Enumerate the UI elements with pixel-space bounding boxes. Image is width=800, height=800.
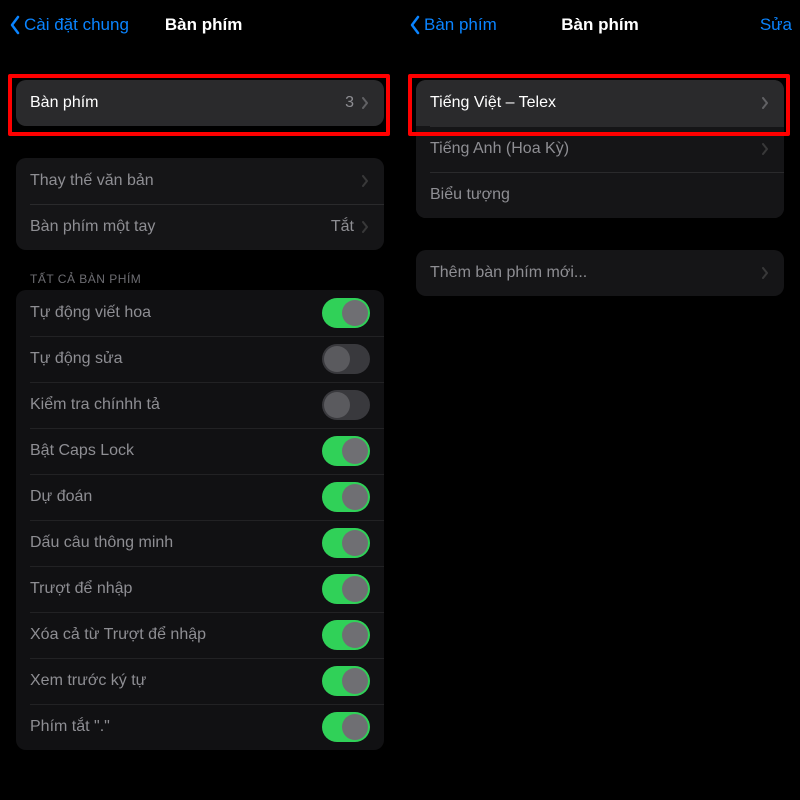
- one-handed-value: Tắt: [331, 218, 354, 236]
- one-handed-label: Bàn phím một tay: [30, 218, 331, 236]
- back-button-general[interactable]: Cài đặt chung: [8, 14, 129, 36]
- toggle-label: Phím tắt ".": [30, 718, 322, 736]
- switch-knob: [342, 438, 368, 464]
- switch-knob: [342, 714, 368, 740]
- toggle-switch[interactable]: [322, 620, 370, 650]
- keyboard-item-label: Tiếng Anh (Hoa Kỳ): [430, 140, 760, 158]
- toggle-row: Dấu câu thông minh: [16, 520, 384, 566]
- keyboards-count: 3: [345, 94, 354, 112]
- toggle-row: Tự động viết hoa: [16, 290, 384, 336]
- add-new-keyboard-row[interactable]: Thêm bàn phím mới...: [416, 250, 784, 296]
- chevron-right-icon: [760, 265, 770, 281]
- edit-button[interactable]: Sửa: [760, 15, 792, 35]
- add-keyboard-group: Thêm bàn phím mới...: [416, 250, 784, 296]
- keyboard-item-label: Biểu tượng: [430, 186, 770, 204]
- chevron-right-icon: [760, 95, 770, 111]
- switch-knob: [324, 346, 350, 372]
- toggle-switch[interactable]: [322, 436, 370, 466]
- left-nav-bar: Cài đặt chung Bàn phím: [0, 0, 400, 50]
- toggle-row: Tự động sửa: [16, 336, 384, 382]
- toggle-label: Bật Caps Lock: [30, 442, 322, 460]
- toggle-row: Xem trước ký tự: [16, 658, 384, 704]
- right-nav-bar: Bàn phím Bàn phím Sửa: [400, 0, 800, 50]
- switch-knob: [342, 300, 368, 326]
- chevron-left-icon: [8, 14, 22, 36]
- toggle-switch[interactable]: [322, 344, 370, 374]
- toggle-label: Tự động sửa: [30, 350, 322, 368]
- toggle-label: Trượt để nhập: [30, 580, 322, 598]
- one-handed-row[interactable]: Bàn phím một tay Tắt: [16, 204, 384, 250]
- toggle-row: Dự đoán: [16, 474, 384, 520]
- toggle-switch[interactable]: [322, 666, 370, 696]
- keyboard-item-label: Tiếng Việt – Telex: [430, 94, 760, 112]
- chevron-right-icon: [360, 173, 370, 189]
- chevron-left-icon: [408, 14, 422, 36]
- toggle-label: Dự đoán: [30, 488, 322, 506]
- toggle-row: Bật Caps Lock: [16, 428, 384, 474]
- toggle-label: Xem trước ký tự: [30, 672, 322, 690]
- text-group: Thay thế văn bản Bàn phím một tay Tắt: [16, 158, 384, 250]
- back-label: Bàn phím: [424, 15, 497, 35]
- keyboard-item-english[interactable]: Tiếng Anh (Hoa Kỳ): [416, 126, 784, 172]
- back-button-keyboard[interactable]: Bàn phím: [408, 14, 497, 36]
- chevron-right-icon: [360, 95, 370, 111]
- page-title: Bàn phím: [129, 15, 392, 35]
- text-replacement-row[interactable]: Thay thế văn bản: [16, 158, 384, 204]
- toggle-row: Xóa cả từ Trượt để nhập: [16, 612, 384, 658]
- toggle-switch[interactable]: [322, 482, 370, 512]
- toggle-label: Xóa cả từ Trượt để nhập: [30, 626, 322, 644]
- toggle-switch[interactable]: [322, 528, 370, 558]
- toggle-label: Dấu câu thông minh: [30, 534, 322, 552]
- all-keyboards-toggle-list: Tự động viết hoa Tự động sửa Kiểm tra chín…: [16, 290, 384, 750]
- toggle-switch[interactable]: [322, 574, 370, 604]
- section-header-all-keyboards: TẤT CẢ BÀN PHÍM: [30, 272, 370, 286]
- toggle-label: Tự động viết hoa: [30, 304, 322, 322]
- keyboard-item-telex[interactable]: Tiếng Việt – Telex: [416, 80, 784, 126]
- switch-knob: [342, 484, 368, 510]
- toggle-row: Phím tắt ".": [16, 704, 384, 750]
- keyboards-group: Bàn phím 3: [16, 80, 384, 126]
- keyboard-list-group: Tiếng Việt – Telex Tiếng Anh (Hoa Kỳ) Bi…: [416, 80, 784, 218]
- toggle-label: Kiểm tra chínhh tả: [30, 396, 322, 414]
- toggle-row: Trượt để nhập: [16, 566, 384, 612]
- switch-knob: [342, 576, 368, 602]
- toggle-switch[interactable]: [322, 712, 370, 742]
- switch-knob: [342, 668, 368, 694]
- toggle-row: Kiểm tra chínhh tả: [16, 382, 384, 428]
- add-new-keyboard-label: Thêm bàn phím mới...: [430, 264, 760, 282]
- toggle-switch[interactable]: [322, 298, 370, 328]
- back-label: Cài đặt chung: [24, 15, 129, 35]
- switch-knob: [342, 622, 368, 648]
- chevron-right-icon: [360, 219, 370, 235]
- keyboard-item-emoji[interactable]: Biểu tượng: [416, 172, 784, 218]
- keyboards-row[interactable]: Bàn phím 3: [16, 80, 384, 126]
- chevron-right-icon: [760, 141, 770, 157]
- switch-knob: [324, 392, 350, 418]
- switch-knob: [342, 530, 368, 556]
- text-replacement-label: Thay thế văn bản: [30, 172, 360, 190]
- toggle-switch[interactable]: [322, 390, 370, 420]
- keyboards-label: Bàn phím: [30, 94, 345, 112]
